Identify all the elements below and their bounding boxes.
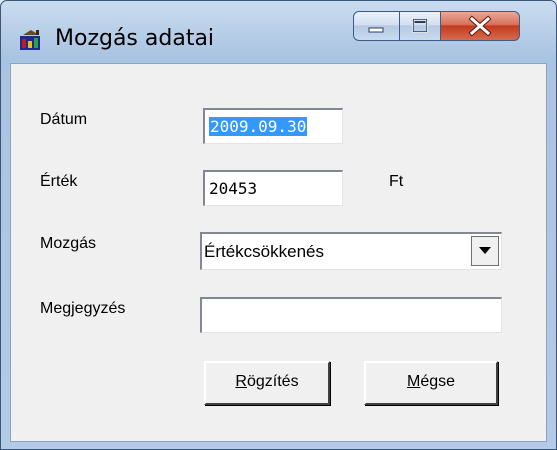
- dropdown-button[interactable]: [471, 236, 499, 266]
- note-label: Megjegyzés: [40, 300, 126, 317]
- save-label: ögzítés: [246, 373, 299, 390]
- cancel-button[interactable]: Mégse: [364, 361, 498, 405]
- maximize-icon: [412, 18, 428, 33]
- date-label: Dátum: [40, 111, 88, 128]
- close-button[interactable]: [440, 11, 520, 41]
- movement-select[interactable]: Értékcsökkenés: [200, 232, 502, 270]
- cancel-mnemonic: M: [406, 373, 421, 390]
- save-button[interactable]: Rögzítés: [204, 361, 330, 405]
- minimize-icon: [368, 27, 384, 33]
- caption-buttons: [353, 11, 543, 45]
- cancel-label: égse: [420, 373, 456, 390]
- save-mnemonic: R: [235, 373, 247, 390]
- date-field[interactable]: 2009.09.30: [203, 108, 343, 144]
- movement-selected-value: Értékcsökkenés: [204, 242, 324, 261]
- value-label: Érték: [40, 173, 78, 190]
- value-amount: 20453: [209, 179, 258, 198]
- close-icon: [468, 15, 492, 37]
- dialog-body: Dátum 2009.09.30 Érték 20453 Ft Mozgás É…: [10, 63, 547, 442]
- movement-label: Mozgás: [40, 235, 97, 252]
- value-field[interactable]: 20453: [203, 170, 343, 206]
- maximize-button[interactable]: [399, 11, 441, 41]
- title-bar[interactable]: Mozgás adatai: [1, 1, 556, 63]
- date-value: 2009.09.30: [209, 117, 308, 136]
- currency-label: Ft: [389, 173, 404, 190]
- minimize-button[interactable]: [353, 11, 400, 41]
- app-icon: [20, 30, 40, 50]
- dialog-window: Mozgás adatai Dátum 2009.09.30 Érték 204…: [0, 0, 557, 450]
- note-field[interactable]: [200, 297, 502, 333]
- chevron-down-icon: [479, 247, 491, 254]
- window-title: Mozgás adatai: [55, 26, 215, 51]
